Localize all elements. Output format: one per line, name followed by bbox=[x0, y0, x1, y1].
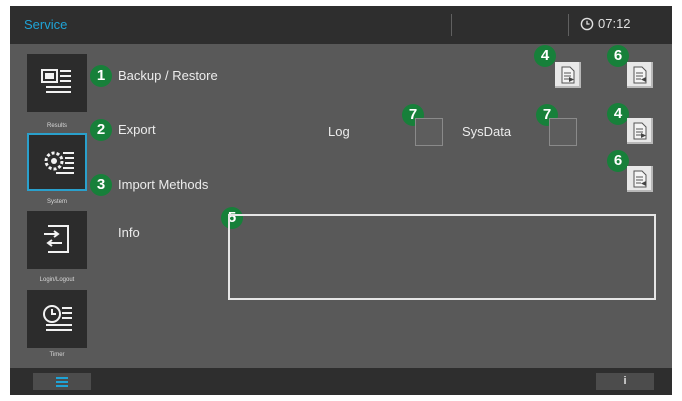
log-label: Log bbox=[328, 124, 350, 139]
file-export-icon bbox=[633, 122, 647, 140]
results-icon bbox=[41, 69, 71, 93]
sidebar-item-login-logout[interactable] bbox=[27, 211, 87, 269]
restore-button[interactable] bbox=[627, 62, 653, 88]
timer-icon bbox=[43, 305, 72, 331]
file-import-icon bbox=[633, 66, 647, 84]
info-label: Info bbox=[118, 225, 140, 240]
export-label: Export bbox=[118, 122, 156, 137]
info-button[interactable]: i bbox=[596, 373, 654, 390]
sidebar-item-label: Results bbox=[46, 123, 67, 129]
callout-badge: 1 bbox=[90, 65, 112, 87]
login-logout-icon bbox=[44, 225, 69, 253]
divider bbox=[451, 14, 452, 36]
info-textbox[interactable] bbox=[228, 214, 656, 300]
file-import-icon bbox=[633, 170, 647, 188]
service-screen: Service 07:12 Results System Login/Logou… bbox=[10, 6, 672, 395]
system-icon bbox=[44, 151, 74, 174]
backup-restore-label: Backup / Restore bbox=[118, 68, 218, 83]
clock-icon bbox=[580, 17, 594, 30]
menu-button[interactable] bbox=[33, 373, 91, 390]
import-methods-label: Import Methods bbox=[118, 177, 209, 192]
sidebar-item-label: Login/Logout bbox=[39, 277, 75, 283]
time-label: 07:12 bbox=[598, 16, 631, 31]
sidebar-item-system[interactable] bbox=[27, 133, 87, 191]
sidebar-item-results[interactable] bbox=[27, 54, 87, 112]
export-button[interactable] bbox=[627, 118, 653, 144]
file-export-icon bbox=[561, 66, 575, 84]
title-bar: Service 07:12 bbox=[10, 6, 672, 44]
callout-badge: 4 bbox=[534, 45, 556, 67]
callout-badge: 3 bbox=[90, 174, 112, 196]
bottom-bar: i bbox=[10, 368, 672, 395]
sysdata-checkbox[interactable] bbox=[549, 118, 577, 146]
sidebar-item-label: System bbox=[46, 199, 67, 205]
page-title: Service bbox=[24, 17, 68, 32]
divider bbox=[568, 14, 569, 36]
callout-badge: 4 bbox=[607, 103, 629, 125]
log-checkbox[interactable] bbox=[415, 118, 443, 146]
sidebar-item-timer[interactable] bbox=[27, 290, 87, 348]
sidebar-item-label: Timer bbox=[49, 352, 65, 358]
clock: 07:12 bbox=[580, 16, 631, 31]
import-methods-button[interactable] bbox=[627, 166, 653, 192]
callout-badge: 6 bbox=[607, 150, 629, 172]
sysdata-label: SysData bbox=[462, 124, 512, 139]
hamburger-icon bbox=[56, 377, 68, 389]
backup-button[interactable] bbox=[555, 62, 581, 88]
callout-badge: 6 bbox=[607, 45, 629, 67]
callout-badge: 2 bbox=[90, 119, 112, 141]
